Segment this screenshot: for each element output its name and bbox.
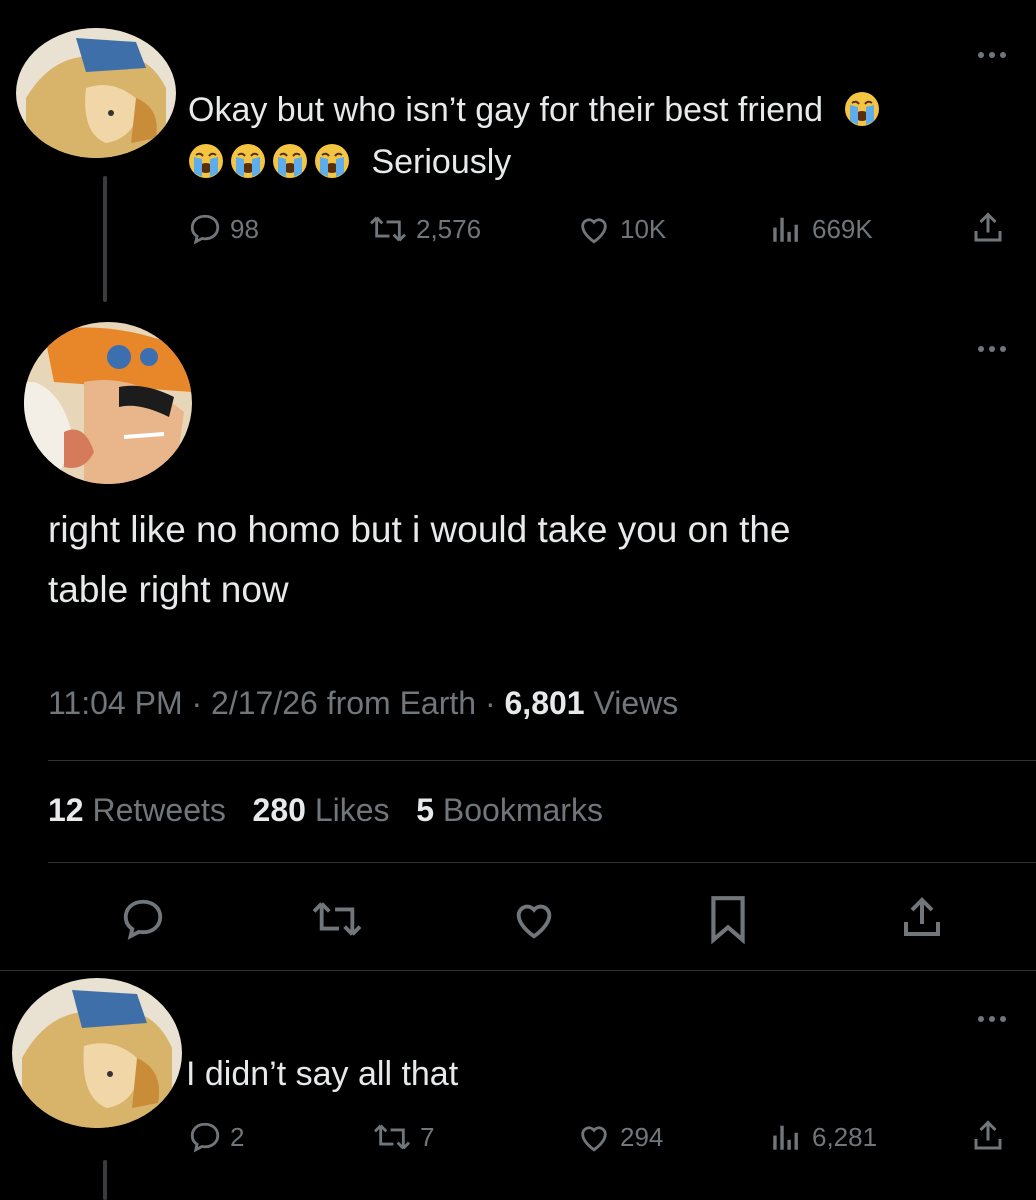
crying-emoji-icon — [230, 142, 266, 178]
crying-emoji-icon — [272, 142, 308, 178]
tweet2-text-line2: table right now — [48, 569, 289, 610]
reply-icon — [190, 214, 220, 245]
tweet3-text: I didn’t say all that — [186, 1055, 459, 1093]
crying-emoji-icon — [188, 142, 224, 178]
retweet-count: 2,576 — [416, 213, 482, 244]
crying-emoji-icon — [314, 142, 350, 178]
views-count: 669K — [812, 213, 873, 244]
thread-line-bottom — [103, 1160, 107, 1200]
retweet-icon — [369, 216, 407, 242]
views-button[interactable]: 6,281 — [768, 1120, 877, 1154]
tweet2-metadata: 11:04 PM · 2/17/26 from Earth · 6,801 Vi… — [48, 685, 678, 722]
views-icon — [773, 217, 798, 242]
avatar-user-2[interactable] — [24, 322, 192, 484]
tweet2-date[interactable]: 2/17/26 — [211, 685, 318, 721]
retweets-stat[interactable]: 12 Retweets — [48, 792, 226, 828]
retweet-button-large[interactable] — [310, 896, 364, 947]
tweet2-views-count: 6,801 — [504, 685, 585, 721]
retweet-icon — [373, 1124, 411, 1150]
retweets-stat-count: 12 — [48, 792, 84, 828]
tweet1-text-line1: Okay but who isn’t gay for their best fr… — [188, 91, 823, 129]
bookmarks-stat-count: 5 — [416, 792, 434, 828]
like-count: 10K — [620, 213, 667, 244]
tweet2-time[interactable]: 11:04 PM — [48, 685, 183, 721]
reply-count: 2 — [230, 1121, 245, 1152]
thread-line-top — [103, 176, 107, 302]
reply-button[interactable]: 2 — [188, 1120, 244, 1154]
meta-separator: · — [191, 685, 203, 721]
heart-icon — [516, 904, 552, 939]
tweet2-source: from Earth — [326, 685, 477, 721]
share-icon — [974, 212, 1002, 242]
views-count: 6,281 — [812, 1121, 878, 1152]
meta-separator: · — [484, 685, 496, 721]
retweet-button[interactable]: 7 — [372, 1120, 434, 1154]
heart-icon — [581, 218, 607, 244]
views-button[interactable]: 669K — [768, 212, 873, 246]
retweet-icon — [312, 902, 362, 936]
avatar-user-1[interactable] — [12, 978, 182, 1128]
avatar-user-1[interactable] — [16, 28, 176, 158]
divider — [48, 862, 1036, 863]
retweets-stat-label: Retweets — [92, 792, 226, 828]
more-options-tweet1[interactable] — [978, 52, 1006, 58]
share-button-large[interactable] — [898, 894, 946, 947]
views-icon — [773, 1125, 798, 1150]
reply-button-large[interactable] — [120, 896, 166, 947]
retweet-button[interactable]: 2,576 — [368, 212, 481, 246]
bookmark-icon — [711, 896, 745, 945]
more-options-tweet3[interactable] — [978, 1016, 1006, 1022]
crying-emoji-icon — [844, 90, 880, 126]
share-icon — [904, 897, 940, 936]
like-button[interactable]: 10K — [576, 212, 666, 246]
reply-button[interactable]: 98 — [188, 212, 259, 246]
share-icon — [974, 1120, 1002, 1150]
share-button[interactable] — [970, 210, 1006, 246]
tweet1-text: Okay but who isn’t gay for their best fr… — [188, 84, 1028, 188]
tweet1-text-line2: Seriously — [371, 143, 512, 181]
bookmarks-stat[interactable]: 5 Bookmarks — [416, 792, 603, 828]
likes-stat[interactable]: 280 Likes — [253, 792, 390, 828]
heart-icon — [581, 1126, 607, 1152]
likes-stat-label: Likes — [314, 792, 390, 828]
like-count: 294 — [620, 1121, 664, 1152]
bookmark-button-large[interactable] — [706, 894, 750, 949]
retweet-count: 7 — [420, 1121, 435, 1152]
bookmarks-stat-label: Bookmarks — [442, 792, 603, 828]
more-options-tweet2[interactable] — [978, 346, 1006, 352]
share-button[interactable] — [970, 1118, 1006, 1154]
reply-count: 98 — [230, 213, 259, 244]
likes-stat-count: 280 — [252, 792, 306, 828]
tweet2-text-line1: right like no homo but i would take you … — [48, 509, 791, 550]
tweet2-text: right like no homo but i would take you … — [48, 500, 1008, 620]
divider — [0, 970, 1036, 971]
like-button-large[interactable] — [510, 896, 558, 947]
like-button[interactable]: 294 — [576, 1120, 663, 1154]
tweet2-views-label: Views — [593, 685, 679, 721]
tweet2-stats: 12 Retweets 280 Likes 5 Bookmarks — [48, 792, 603, 829]
divider — [48, 760, 1036, 761]
reply-icon — [190, 1122, 220, 1153]
reply-icon — [123, 899, 163, 940]
